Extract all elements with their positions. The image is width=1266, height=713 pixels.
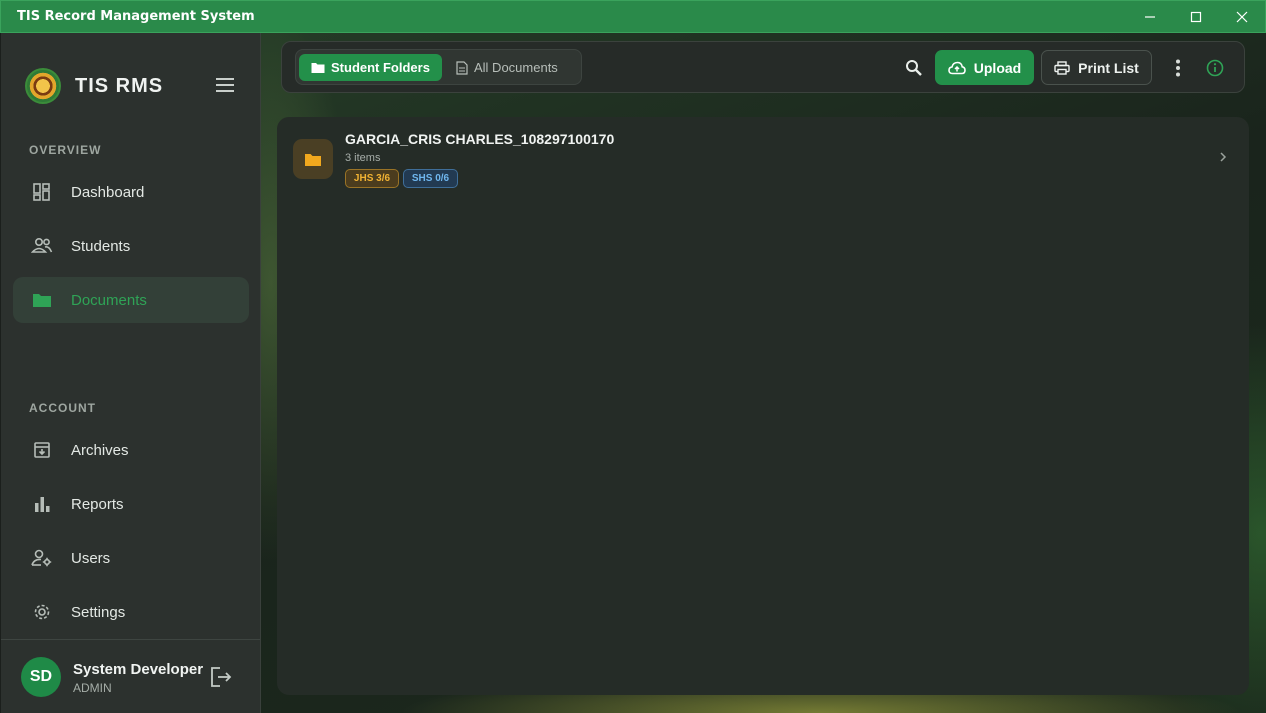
sidebar-item-label: Dashboard	[71, 183, 145, 201]
archive-icon	[13, 441, 71, 459]
sidebar-item-label: Documents	[71, 291, 147, 309]
upload-button[interactable]: Upload	[935, 50, 1034, 85]
folder-icon	[293, 139, 333, 179]
sidebar-item-label: Settings	[71, 603, 126, 621]
window-title: TIS Record Management System	[17, 9, 255, 24]
maximize-button[interactable]	[1173, 0, 1219, 33]
sidebar-item-label: Reports	[71, 495, 124, 513]
avatar[interactable]: SD	[21, 657, 61, 697]
sidebar-item-label: Users	[71, 549, 111, 567]
minimize-button[interactable]	[1127, 0, 1173, 33]
folder-item-count: 3 items	[345, 152, 381, 164]
hamburger-menu-icon[interactable]	[215, 77, 235, 93]
people-icon	[13, 237, 71, 255]
cloud-upload-icon	[947, 61, 966, 74]
print-list-button[interactable]: Print List	[1041, 50, 1152, 85]
school-logo	[25, 68, 61, 104]
status-badge: JHS 3/6	[345, 169, 399, 188]
folder-icon	[311, 62, 325, 73]
sidebar-item-label: Archives	[71, 441, 129, 459]
print-label: Print List	[1078, 59, 1139, 76]
maximize-icon	[1190, 11, 1202, 22]
search-icon[interactable]	[905, 59, 923, 77]
sidebar-item-label: Students	[71, 237, 131, 255]
user-profile: SD System Developer ADMIN	[1, 639, 260, 713]
sidebar-item-archives[interactable]: Archives	[13, 427, 249, 473]
close-window-button[interactable]	[1219, 0, 1265, 33]
view-toggle: Student Folders All Documents	[295, 49, 582, 85]
logout-icon[interactable]	[209, 666, 233, 688]
user-name: System Developer	[73, 661, 204, 678]
gear-icon	[13, 602, 71, 622]
document-icon	[456, 60, 468, 75]
upload-label: Upload	[973, 59, 1022, 76]
section-label-account: ACCOUNT	[29, 401, 96, 415]
dashboard-icon	[13, 182, 71, 202]
folder-list: GARCIA_CRIS CHARLES_108297100170 3 items…	[277, 117, 1249, 695]
more-vertical-icon[interactable]	[1175, 59, 1181, 77]
tab-student-folders[interactable]: Student Folders	[299, 54, 442, 81]
tab-label: All Documents	[474, 60, 558, 75]
minimize-icon	[1145, 15, 1155, 18]
status-badge: SHS 0/6	[403, 169, 458, 188]
sidebar-item-dashboard[interactable]: Dashboard	[13, 169, 249, 215]
sidebar-item-reports[interactable]: Reports	[13, 481, 249, 527]
bar-chart-icon	[13, 495, 71, 513]
sidebar-item-users[interactable]: Users	[13, 535, 249, 581]
printer-icon	[1054, 60, 1070, 75]
tab-label: Student Folders	[331, 60, 430, 75]
info-icon[interactable]	[1206, 59, 1224, 77]
sidebar: TIS RMS OVERVIEW Dashboard Students Docu…	[1, 33, 261, 713]
main-area: Student Folders All Documents Upload Pri…	[261, 33, 1266, 713]
chevron-right-icon	[1220, 152, 1227, 162]
close-icon	[1236, 11, 1248, 22]
window-titlebar: TIS Record Management System	[0, 0, 1266, 33]
sidebar-item-settings[interactable]: Settings	[13, 589, 249, 635]
folder-name: GARCIA_CRIS CHARLES_108297100170	[345, 131, 615, 147]
brand: TIS RMS	[25, 68, 163, 104]
brand-name: TIS RMS	[75, 74, 164, 97]
list-item[interactable]: GARCIA_CRIS CHARLES_108297100170 3 items…	[293, 131, 1233, 193]
sidebar-item-documents[interactable]: Documents	[13, 277, 249, 323]
user-role: ADMIN	[73, 681, 112, 695]
section-label-overview: OVERVIEW	[29, 143, 102, 157]
user-gear-icon	[13, 549, 71, 567]
sidebar-item-students[interactable]: Students	[13, 223, 249, 269]
folder-icon	[13, 292, 71, 308]
tab-all-documents[interactable]: All Documents	[456, 54, 576, 81]
toolbar: Student Folders All Documents Upload Pri…	[281, 41, 1245, 93]
